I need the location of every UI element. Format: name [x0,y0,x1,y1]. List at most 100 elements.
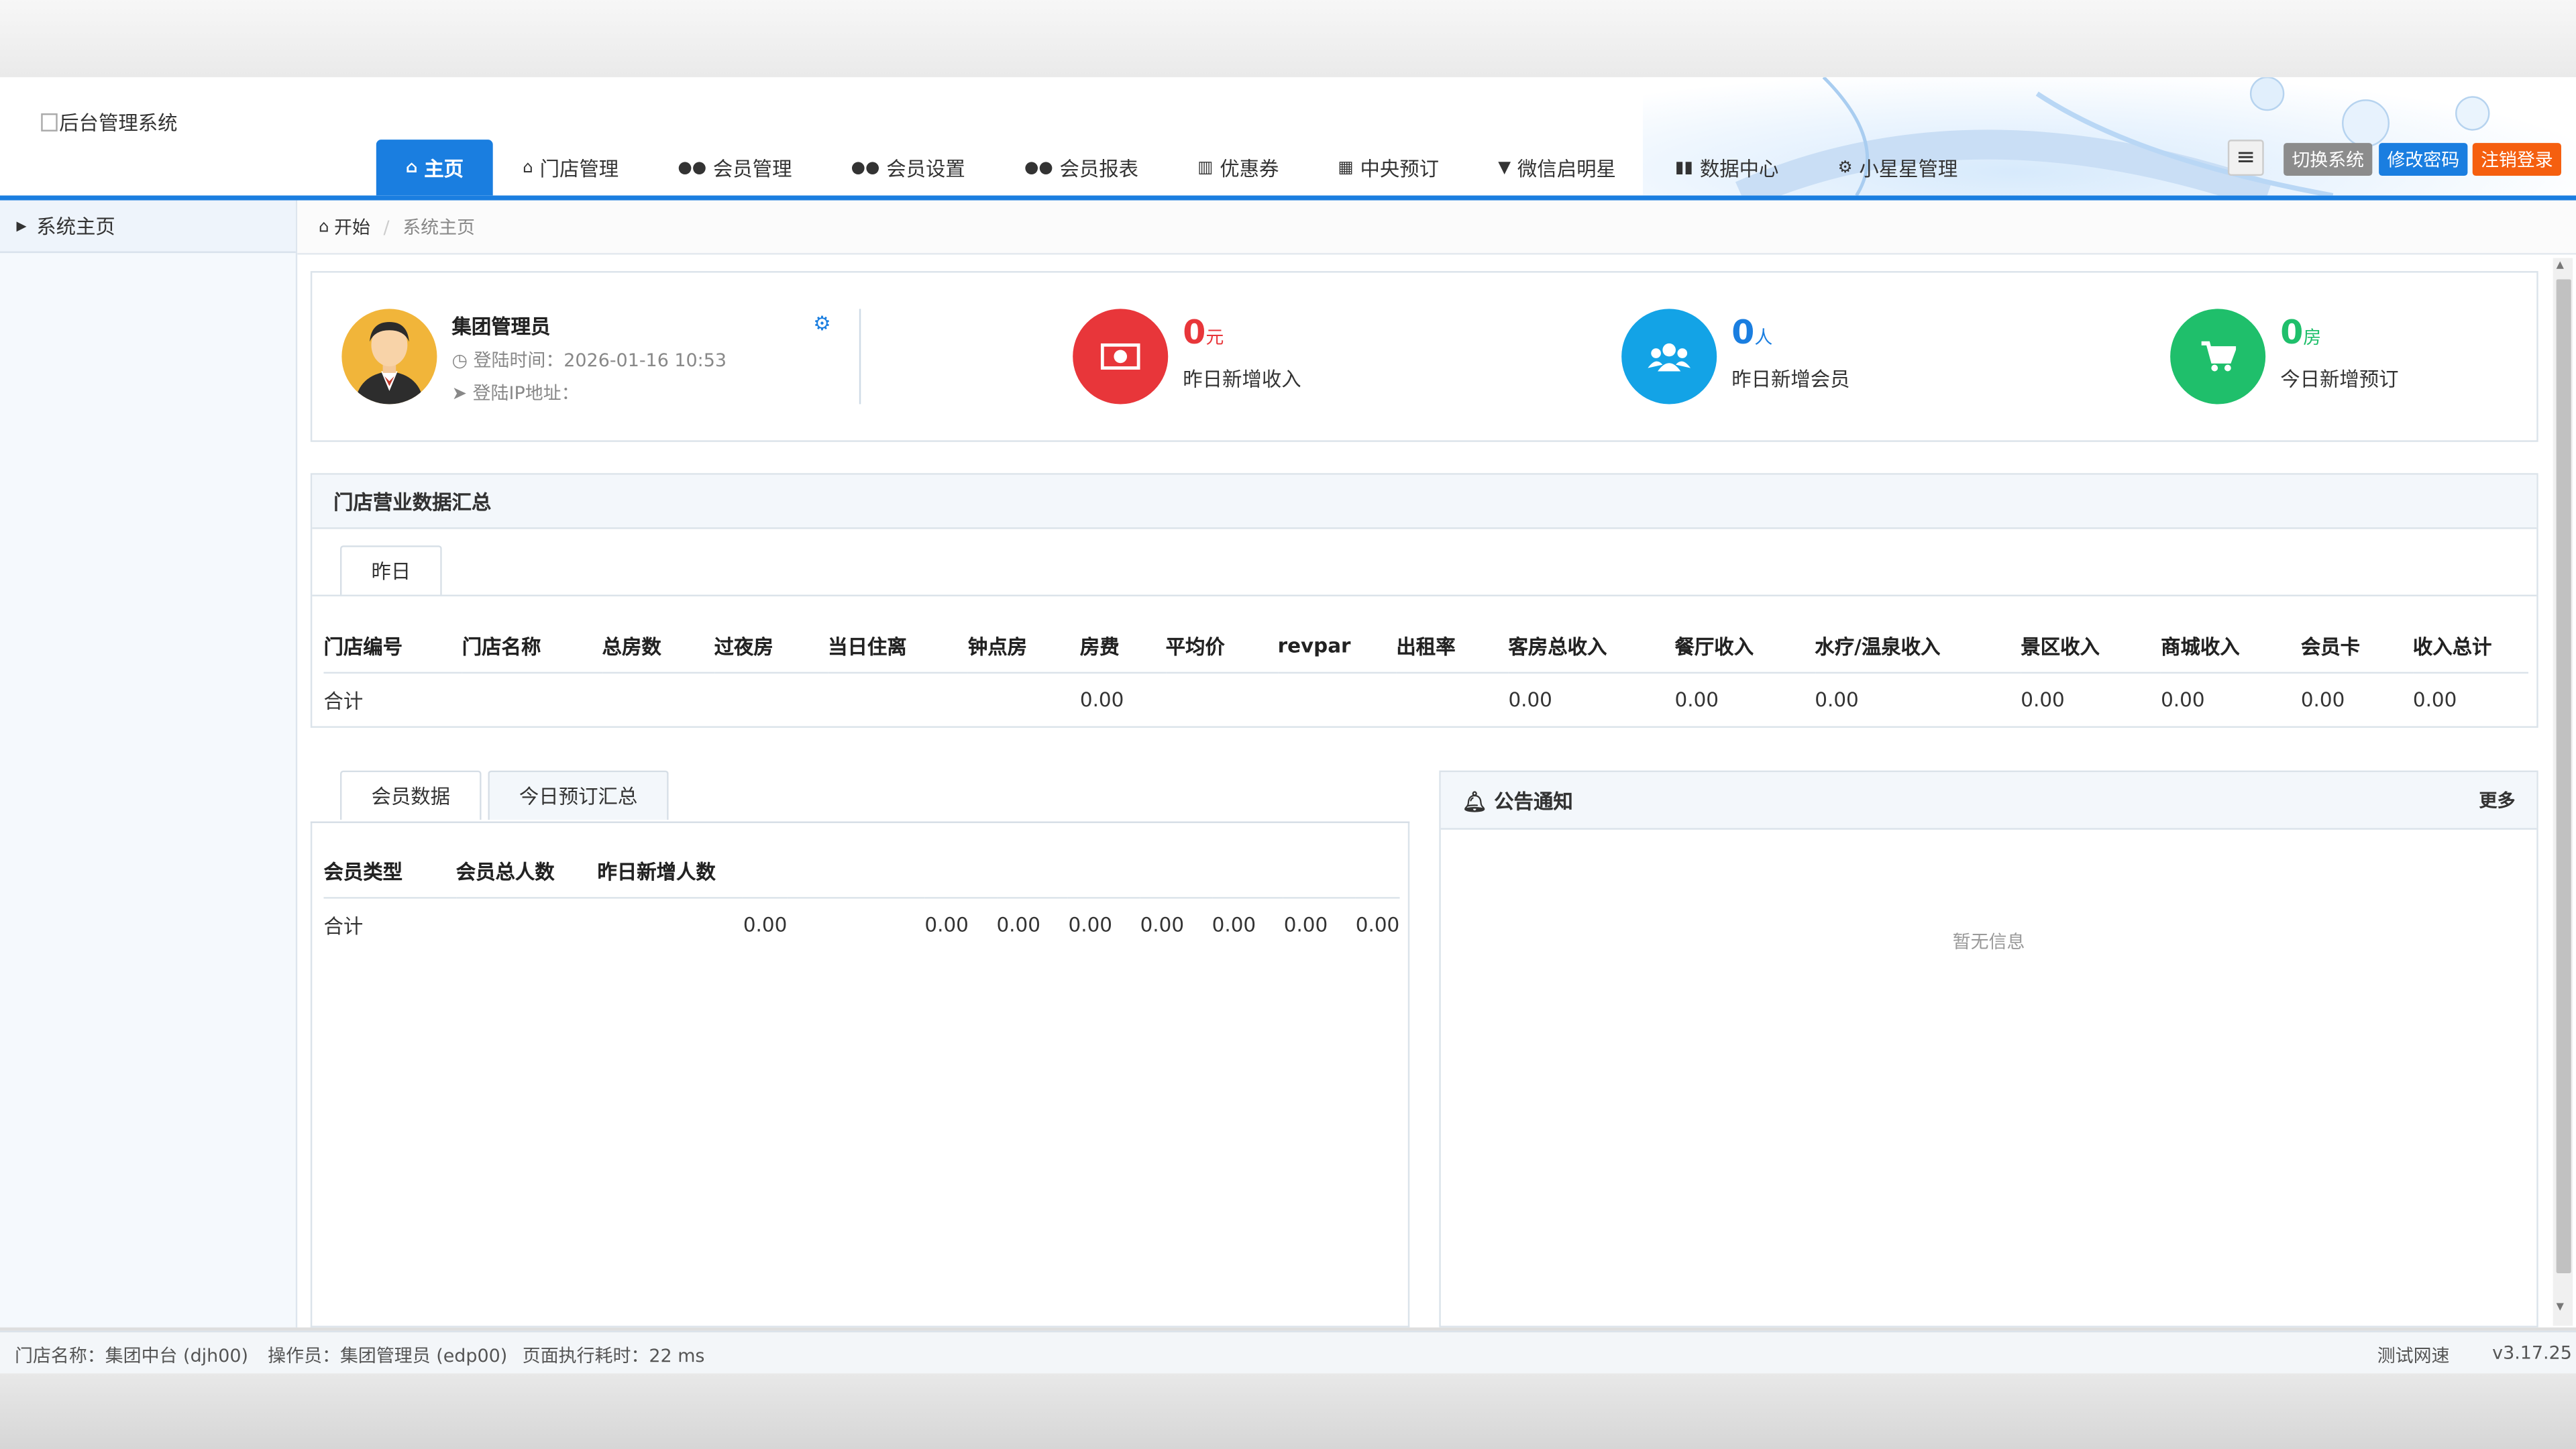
nav-item-member-report[interactable]: ●● 会员报表 [995,140,1168,195]
stat-value: 0元 [1183,312,1224,352]
nav-label: 门店管理 [539,156,619,180]
column-header: 收入总计 [2412,635,2492,658]
business-table: 门店编号 门店名称 总房数 过夜房 当日住离 钟点房 房费 平均价 revpar 出租率 客房总收入… [323,619,2529,727]
column-header: 出租率 [1396,635,1456,658]
nav-item-member-settings[interactable]: ●● 会员设置 [822,140,995,195]
tab-yesterday[interactable]: 昨日 [339,545,442,595]
change-password-button[interactable]: 修改密码 [2379,143,2468,176]
empty-message: 暂无信息 [1952,931,2025,953]
table-cell: 0.00 [2412,688,2457,712]
table-cell: 0.00 [1140,913,1185,936]
stat-unit: 元 [1205,327,1224,349]
column-header: 餐厅收入 [1674,635,1754,658]
menu-toggle-button[interactable]: ≡ [2227,140,2264,176]
sidebar: ▶ 系统主页 [0,200,298,1328]
logo[interactable]: 后台管理系统 [41,109,178,137]
breadcrumb-separator: / [383,216,390,237]
nav-item-member-mgmt[interactable]: ●● 会员管理 [648,140,821,195]
column-header: 会员类型 [323,860,403,883]
bar-chart-icon: ▮▮ [1675,158,1694,177]
table-cell-empty [462,673,602,727]
clock-icon: ◷ [451,350,474,372]
stat-label: 昨日新增会员 [1731,368,1850,391]
breadcrumb: ⌂ 开始 / 系统主页 [297,200,2576,255]
nav-label: 主页 [424,156,464,180]
barcode-icon: ▥ [1197,158,1214,177]
table-header-row: 门店编号 门店名称 总房数 过夜房 当日住离 钟点房 房费 平均价 revpar 出租率 客房总收入… [323,619,2529,673]
logout-button[interactable]: 注销登录 [2472,143,2561,176]
broken-image-icon [41,113,58,131]
nav-item-data-center[interactable]: ▮▮ 数据中心 [1646,140,1809,195]
home-icon: ⌂ [405,158,418,177]
breadcrumb-home[interactable]: ⌂ 开始 [319,213,370,239]
tab-member-data[interactable]: 会员数据 [339,770,482,820]
nav-item-home[interactable]: ⌂ 主页 [376,140,494,196]
column-header: 客房总收入 [1508,635,1607,658]
cogs-icon: ⚙ [1837,158,1853,177]
nav-item-wechat[interactable]: ▼ 微信启明星 [1468,140,1646,195]
footer-operator: 操作员：集团管理员 (edp00) [268,1345,508,1367]
column-header: 会员卡 [2300,635,2361,658]
footer-version: v3.17.25 [2492,1342,2572,1364]
scrollbar-thumb[interactable] [2556,279,2571,1273]
stat-label: 昨日新增收入 [1183,368,1301,391]
table-cell: 0.00 [2161,688,2205,712]
cart-icon: ▼ [1498,158,1511,177]
main-content: ⌂ 开始 / 系统主页 集团管理员 ◷ 登陆时间：2026-01-16 10:53… [297,200,2576,1328]
top-nav: ⌂ 主页 ⌂ 门店管理 ●● 会员管理 ●● 会员设置 ●● 会员报表 ▥ 优惠券 ▦ 中央预… [376,140,1988,196]
table-cell-empty [602,673,714,727]
more-link[interactable]: 更多 [2479,787,2516,813]
column-header: 景区收入 [2021,635,2100,658]
scroll-up-icon[interactable]: ▲ [2557,260,2564,271]
table-cell: 0.00 [1674,688,1719,712]
table-cell: 0.00 [1283,913,1328,936]
table-cell: 0.00 [1068,913,1112,936]
nav-label: 数据中心 [1699,156,1779,180]
table-row: 合计 0.00 0.00 0.00 0.00 0.00 0.00 0.00 0.00 [323,673,2528,727]
login-time: ◷ 登陆时间：2026-01-16 10:53 [451,347,727,373]
home-icon: ⌂ [523,158,533,177]
gear-icon[interactable]: ⚙ [813,312,830,335]
bell-icon: 🔔︎ [1462,789,1495,813]
header-divider [0,195,2576,201]
stat-value: 0人 [1731,312,1772,352]
nav-item-coupon[interactable]: ▥ 优惠券 [1168,140,1308,195]
login-ip-text: 登陆IP地址： [472,382,580,405]
tab-booking-summary[interactable]: 今日预订汇总 [488,770,669,820]
column-header: 当日住离 [828,635,907,658]
breadcrumb-current: 系统主页 [402,217,475,239]
footer-store: 门店名称：集团中台 (djh00) [15,1345,249,1367]
sidebar-item-label: 系统主页 [36,215,115,239]
total-label: 合计 [323,914,364,938]
column-header: 钟点房 [967,635,1028,658]
caret-right-icon: ▶ [16,218,27,233]
column-header: 过夜房 [714,635,773,658]
table-cell: 0.00 [2021,688,2065,712]
table-cell: 0.00 [1212,913,1256,936]
sidebar-item-home[interactable]: ▶ 系统主页 [0,200,296,254]
speed-test-link[interactable]: 测试网速 [2377,1342,2450,1368]
browser-bottom-area [0,1373,2576,1449]
calendar-icon: ▦ [1338,158,1354,177]
table-cell: 0.00 [743,913,788,936]
table-cell: 0.00 [924,913,969,936]
tab-divider [310,821,1410,823]
column-header: 平均价 [1165,635,1225,658]
table-cell: 0.00 [1508,688,1552,712]
table-cell-empty [1278,673,1397,727]
business-summary-panel: 门店营业数据汇总 昨日 门店编号 门店名称 总房数 过夜房 当日住离 钟点房 房费 平均价 re… [310,473,2538,728]
stat-number: 0 [2280,312,2304,352]
notice-title: 🔔︎ 公告通知 [1462,786,1573,814]
table-cell: 0.00 [1815,688,1859,712]
users-icon [1621,309,1717,405]
nav-item-central-booking[interactable]: ▦ 中央预订 [1308,140,1468,195]
nav-item-star-mgmt[interactable]: ⚙ 小星星管理 [1809,140,1988,195]
member-tabs: 会员数据 今日预订汇总 [339,770,669,820]
scroll-down-icon[interactable]: ▼ [2557,1301,2564,1313]
nav-item-store[interactable]: ⌂ 门店管理 [493,140,648,195]
nav-label: 会员报表 [1059,156,1139,180]
nav-label: 会员设置 [886,156,965,180]
column-header: 昨日新增人数 [597,860,716,883]
switch-system-button[interactable]: 切换系统 [2284,143,2373,176]
stat-unit: 房 [2303,327,2322,349]
